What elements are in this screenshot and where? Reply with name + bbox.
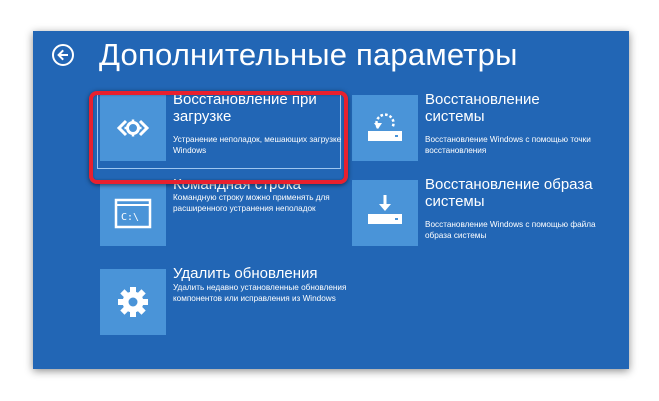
option-description: Удалить недавно установленные обновления… bbox=[173, 283, 347, 303]
option-description: Командную строку можно применять для рас… bbox=[173, 193, 330, 213]
option-title: Восстановление системы bbox=[425, 91, 540, 125]
option-system-restore[interactable]: Восстановление системы Восстановление Wi… bbox=[352, 91, 592, 163]
command-prompt-icon-text: C:\ bbox=[121, 212, 139, 223]
option-tile bbox=[100, 95, 166, 161]
option-title: Восстановление при загрузке bbox=[173, 91, 317, 125]
gear-icon bbox=[118, 287, 148, 317]
option-system-image-recovery[interactable]: Восстановление образа системы Восстановл… bbox=[352, 176, 596, 248]
command-prompt-icon: C:\ bbox=[114, 198, 152, 229]
option-command-prompt[interactable]: C:\ Командная строка Командную строку мо… bbox=[100, 176, 340, 248]
option-uninstall-updates[interactable]: Удалить обновления Удалить недавно устан… bbox=[100, 265, 346, 337]
startup-repair-icon bbox=[116, 119, 150, 137]
back-arrow-icon bbox=[57, 49, 68, 61]
option-tile: C:\ bbox=[100, 180, 166, 246]
system-image-icon bbox=[368, 195, 402, 224]
option-description: Устранение неполадок, мешающих загрузке … bbox=[173, 135, 342, 155]
option-description: Восстановление Windows с помощью файла о… bbox=[425, 220, 596, 240]
option-title: Удалить обновления bbox=[173, 265, 318, 282]
option-title: Командная строка bbox=[173, 176, 301, 193]
page-title: Дополнительные параметры bbox=[99, 37, 518, 72]
advanced-options-screen: Дополнительные параметры Восстановление … bbox=[33, 31, 629, 369]
option-tile bbox=[100, 269, 166, 335]
back-button[interactable] bbox=[52, 44, 74, 66]
option-tile bbox=[352, 95, 418, 161]
system-restore-icon bbox=[368, 113, 402, 141]
option-startup-repair[interactable]: Восстановление при загрузке Устранение н… bbox=[97, 91, 341, 169]
option-title: Восстановление образа системы bbox=[425, 176, 593, 210]
option-description: Восстановление Windows с помощью точки в… bbox=[425, 135, 591, 155]
option-tile bbox=[352, 180, 418, 246]
